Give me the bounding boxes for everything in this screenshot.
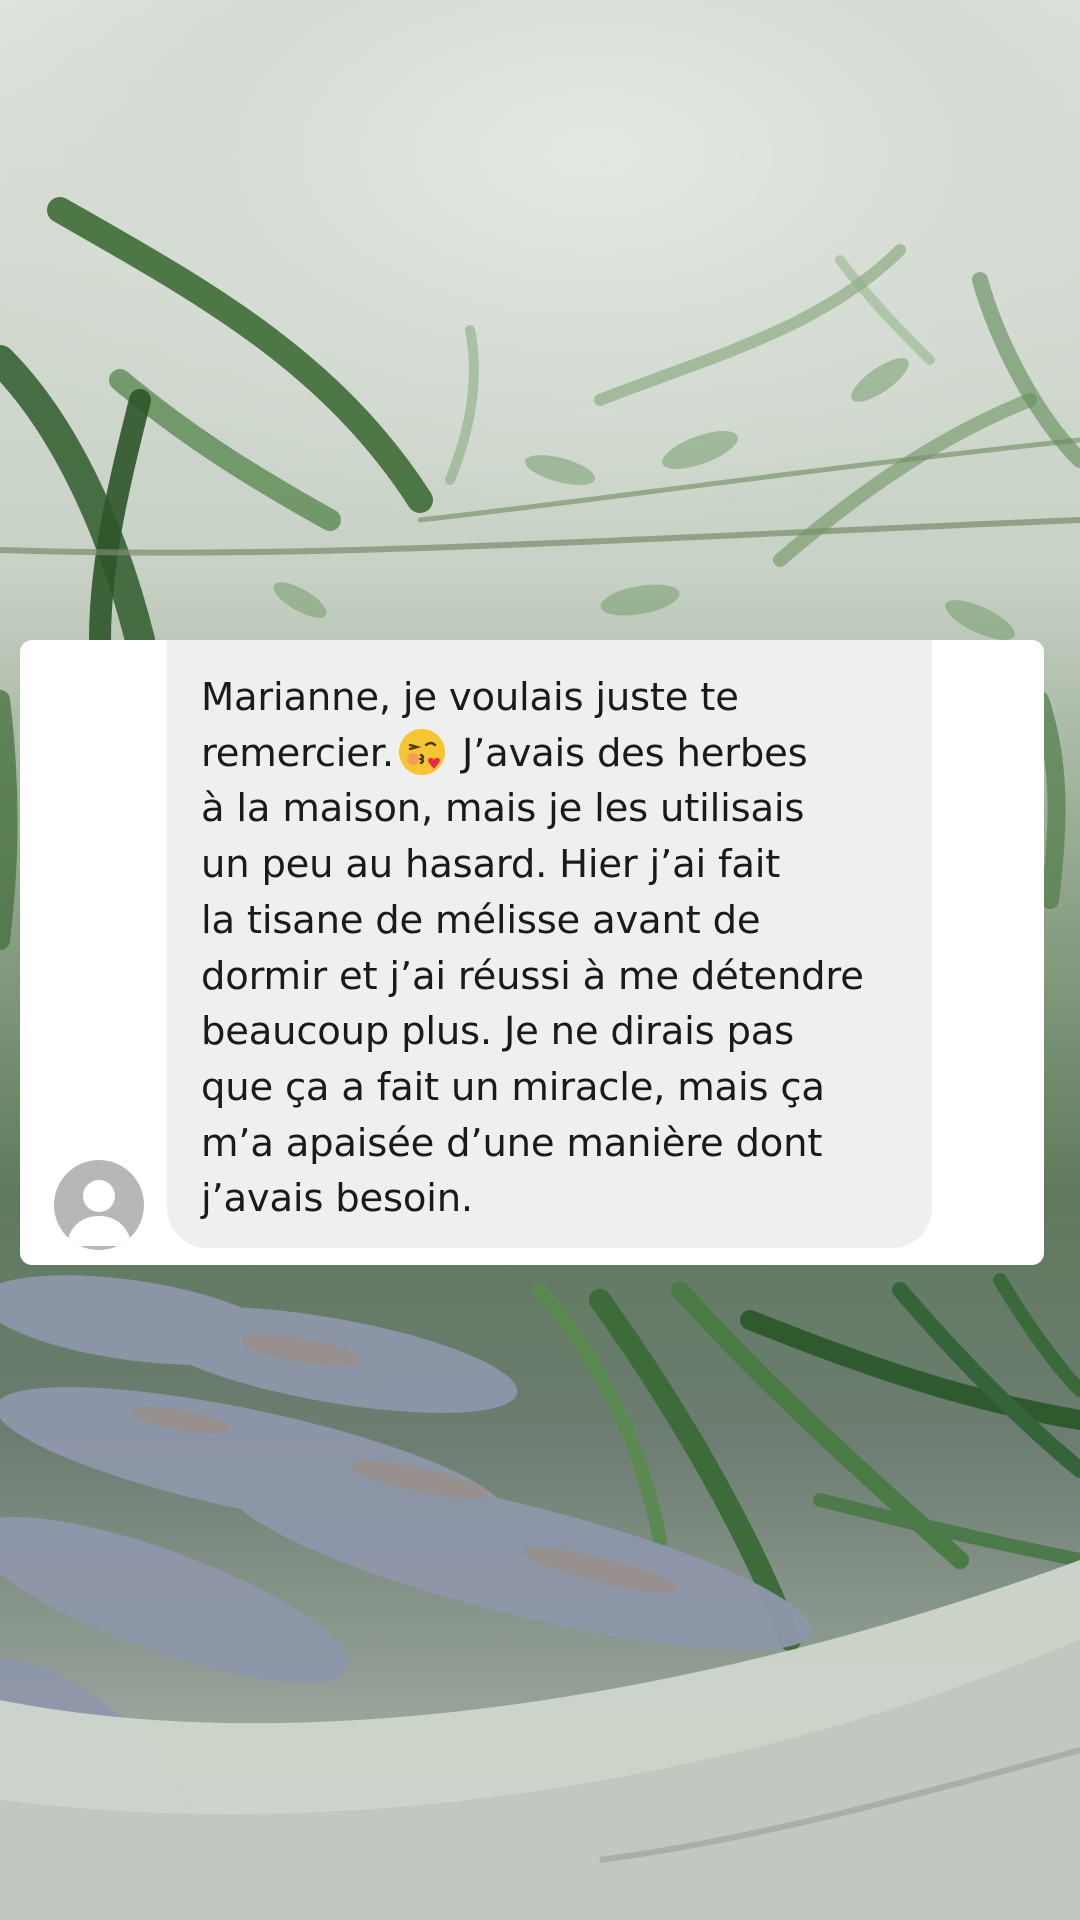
default-user-avatar-icon[interactable] — [54, 1160, 144, 1250]
message-text: Marianne, je voulais juste te remercier.… — [201, 670, 898, 1227]
message-bubble[interactable]: Marianne, je voulais juste te remercier.… — [167, 640, 932, 1248]
message-line-2-start: remercier. — [201, 730, 394, 776]
message-line-2-end: J’avais des herbes — [461, 730, 808, 776]
message-line-1: Marianne, je voulais juste te — [201, 675, 739, 720]
message-body-rest: à la maison, mais je les utilisais un pe… — [201, 786, 864, 1222]
face-blowing-a-kiss-emoji-icon — [398, 728, 445, 775]
